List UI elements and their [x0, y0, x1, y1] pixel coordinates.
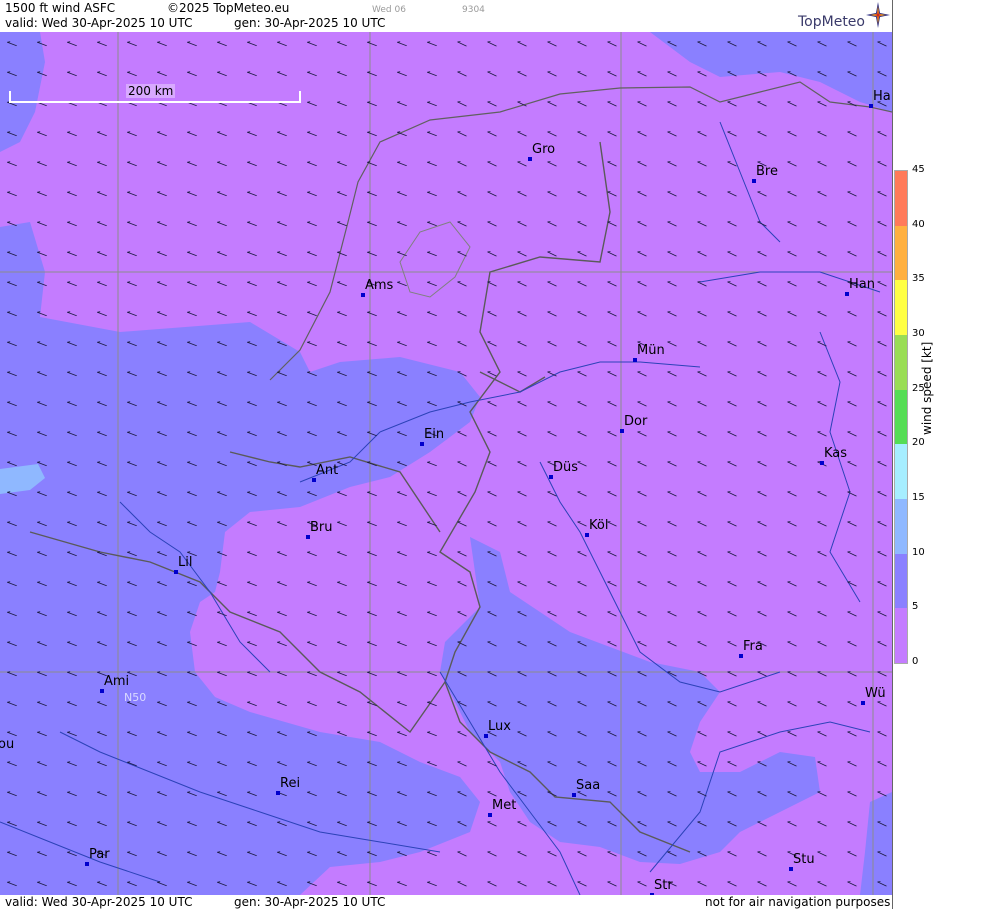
city-marker-icon: [789, 867, 793, 871]
city-label: Ein: [424, 427, 445, 442]
copyright: ©2025 TopMeteo.eu: [167, 1, 290, 15]
city-label: ou: [0, 737, 15, 752]
city-label: Lux: [488, 719, 511, 734]
city-label: Ams: [365, 278, 394, 293]
city-label: Bre: [756, 164, 778, 179]
city-marker-icon: [484, 734, 488, 738]
colorbar-tick-label: 35: [912, 273, 925, 285]
city-label: Dor: [624, 414, 648, 429]
colorbar-segment-5-10: [895, 553, 907, 609]
city-label: Han: [849, 277, 875, 292]
topmeteo-logo: TopMeteo: [798, 14, 865, 30]
city-label: Bru: [310, 520, 333, 535]
city-label: Köl: [589, 518, 609, 533]
city-marker-icon: [306, 535, 310, 539]
city-marker-icon: [276, 791, 280, 795]
city-marker-icon: [420, 442, 424, 446]
city-label: Gro: [532, 142, 556, 157]
map-canvas: [0, 32, 892, 895]
colorbar-tick-label: 40: [912, 218, 925, 230]
generated-time: gen: 30-Apr-2025 10 UTC: [234, 16, 386, 30]
colorbar: [894, 170, 908, 664]
city-label: Düs: [553, 460, 579, 475]
city-label: Ant: [316, 463, 339, 478]
city-marker-icon: [174, 570, 178, 574]
colorbar-segment-40-45: [895, 171, 907, 226]
colorbar-segment-35-40: [895, 225, 907, 281]
city-marker-icon: [488, 813, 492, 817]
disclaimer: not for air navigation purposes: [705, 895, 891, 909]
city-marker-icon: [312, 478, 316, 482]
city-marker-icon: [528, 157, 532, 161]
footer-generated-time: gen: 30-Apr-2025 10 UTC: [234, 895, 386, 909]
scale-label: 200 km: [126, 84, 176, 98]
city-marker-icon: [549, 475, 553, 479]
colorbar-title: wind speed [kt]: [920, 341, 934, 435]
colorbar-segment-15-20: [895, 444, 907, 499]
colorbar-tick-label: 10: [912, 546, 925, 558]
city-label: Mün: [637, 343, 665, 358]
footer-valid-time: valid: Wed 30-Apr-2025 10 UTC: [5, 895, 193, 909]
colorbar-tick-label: 45: [912, 164, 925, 175]
city-marker-icon: [861, 701, 865, 705]
latitude-label: N50: [124, 691, 147, 704]
day-tag: Wed 06: [372, 5, 406, 15]
run-code: 9304: [462, 5, 485, 15]
city-marker-icon: [100, 689, 104, 693]
city-marker-icon: [820, 461, 824, 465]
city-marker-icon: [845, 292, 849, 296]
colorbar-tick-label: 0: [912, 656, 919, 667]
city-marker-icon: [752, 179, 756, 183]
city-marker-icon: [620, 429, 624, 433]
colorbar-segment-20-25: [895, 389, 907, 445]
city-label: Par: [89, 847, 110, 862]
colorbar-tick-label: 5: [912, 601, 919, 613]
city-label: Stu: [793, 852, 815, 867]
header-bar: 1500 ft wind ASFC ©2025 TopMeteo.eu Wed …: [0, 0, 892, 32]
city-label: Met: [492, 798, 517, 813]
city-label: Str: [654, 878, 673, 893]
colorbar-tick-label: 20: [912, 437, 925, 449]
city-marker-icon: [361, 293, 365, 297]
city-marker-icon: [633, 358, 637, 362]
colorbar-segment-10-15: [895, 499, 907, 554]
city-label: Wü: [865, 686, 886, 701]
city-marker-icon: [585, 533, 589, 537]
colorbar-segment-30-35: [895, 280, 907, 335]
wind-map[interactable]: 200 km N50 Gro Bre Ha Ams Han Mün Dor Ein Kas Ant…: [0, 32, 892, 895]
city-label: Fra: [743, 639, 763, 654]
city-label: Ami: [104, 674, 130, 689]
city-label: Kas: [824, 446, 848, 461]
compass-star-icon: [866, 2, 890, 28]
colorbar-tick-label: 15: [912, 492, 925, 503]
city-marker-icon: [572, 793, 576, 797]
city-label: Rei: [280, 776, 301, 791]
product-title: 1500 ft wind ASFC: [5, 1, 116, 15]
city-label: Lil: [178, 555, 193, 570]
colorbar-segment-25-30: [895, 335, 907, 390]
city-marker-icon: [739, 654, 743, 658]
city-label: Saa: [576, 778, 601, 793]
city-marker-icon: [869, 104, 873, 108]
city-marker-icon: [85, 862, 89, 866]
colorbar-segment-0-5: [895, 608, 907, 663]
footer-bar: valid: Wed 30-Apr-2025 10 UTC gen: 30-Ap…: [0, 895, 892, 909]
valid-time: valid: Wed 30-Apr-2025 10 UTC: [5, 16, 193, 30]
city-label: Ha: [873, 89, 891, 104]
